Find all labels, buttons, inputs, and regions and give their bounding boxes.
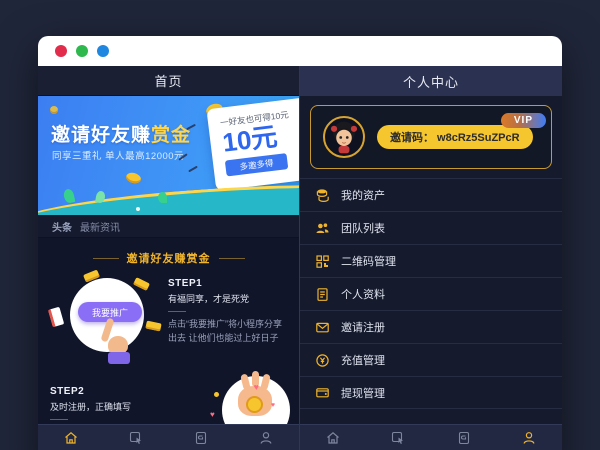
- wallet-icon: [315, 385, 330, 400]
- banner-reward-card: 一好友也可得10元 10元 多邀多得: [206, 96, 299, 191]
- team-icon: [315, 221, 330, 236]
- home-page-title: 首页: [38, 66, 299, 96]
- personal-center-content: 邀请码： w8cRz5SuZPcR VIP 我的资产 团队列表 二维码管理: [300, 96, 562, 424]
- menu-item-qrcode[interactable]: 二维码管理: [300, 244, 562, 277]
- tab-receive-order[interactable]: 收单: [431, 430, 497, 450]
- traffic-light-close[interactable]: [55, 45, 67, 57]
- heart-decoration: ♥: [254, 382, 259, 392]
- coin-decoration: [125, 171, 142, 184]
- invite-banner[interactable]: 邀请好友赚赏金 同享三重礼 单人最高12000元 一好友也可得10元 10元 多…: [38, 96, 299, 215]
- dot-decoration: [136, 207, 140, 211]
- step2-headline: 及时注册，正确填写: [50, 400, 200, 413]
- plant-decoration: [63, 188, 76, 204]
- profile-doc-icon: [315, 287, 330, 302]
- banner-subtitle: 同享三重礼 单人最高12000元: [52, 148, 184, 162]
- grab-order-icon: [390, 430, 406, 446]
- section-title: 邀请好友赚赏金: [127, 250, 211, 266]
- invite-more-button[interactable]: 多邀多得: [225, 153, 289, 176]
- tab-mine[interactable]: 我的: [234, 430, 299, 450]
- home-tabbar: 首页 抢单 收单 我的: [38, 424, 299, 450]
- heart-decoration: ♥: [271, 402, 275, 409]
- assets-coins-icon: [315, 188, 330, 203]
- menu-item-invite-register[interactable]: 邀请注册: [300, 310, 562, 343]
- news-ticker[interactable]: 头条 最新资讯: [38, 215, 299, 238]
- window-titlebar: [38, 36, 562, 66]
- step1-headline: 有福同享，才是死党: [168, 292, 287, 305]
- divider: [219, 258, 245, 259]
- hand-icon: [108, 352, 130, 364]
- tab-receive-order[interactable]: 收单: [169, 430, 234, 450]
- tab-home[interactable]: 首页: [38, 430, 103, 450]
- grab-order-icon: [128, 430, 144, 446]
- menu-item-profile[interactable]: 个人资料: [300, 277, 562, 310]
- dot-decoration: [214, 392, 219, 397]
- note-decoration: [48, 307, 64, 328]
- receive-order-icon: [193, 430, 209, 446]
- banner-title: 邀请好友赚赏金: [51, 120, 191, 147]
- home-screen: 首页 邀请好友赚赏金 同享三重礼 单人最高12000元 一好友也可得10元 10…: [38, 66, 300, 450]
- news-tag: 头条: [52, 219, 72, 234]
- step1-description: 点击“我要推广”将小程序分享出去 让他们也能过上好日子: [168, 318, 287, 346]
- divider: [168, 311, 186, 312]
- app-window: 首页 邀请好友赚赏金 同享三重礼 单人最高12000元 一好友也可得10元 10…: [38, 36, 562, 450]
- person-icon: [258, 430, 274, 446]
- step1-text: STEP1 有福同享，才是死党 点击“我要推广”将小程序分享出去 让他们也能过上…: [162, 274, 287, 366]
- home-icon: [63, 430, 79, 446]
- personal-menu: 我的资产 团队列表 二维码管理 个人资料: [300, 178, 562, 409]
- person-icon: [521, 430, 537, 446]
- personal-tabbar: 首页 抢单 收单 我的: [300, 424, 562, 450]
- personal-center-screen: 个人中心: [300, 66, 562, 450]
- invite-code-pill[interactable]: 邀请码： w8cRz5SuZPcR: [377, 125, 533, 149]
- personal-center-title: 个人中心: [300, 66, 562, 96]
- step1-label: STEP1: [168, 278, 287, 289]
- heart-decoration: ♥: [210, 410, 215, 419]
- paper-decoration: [133, 277, 150, 291]
- tab-grab-order[interactable]: 抢单: [366, 430, 432, 450]
- menu-item-my-assets[interactable]: 我的资产: [300, 178, 562, 211]
- sparkle-decoration: [188, 166, 198, 173]
- plant-decoration: [158, 192, 167, 203]
- coin-decoration: [50, 106, 58, 114]
- traffic-light-minimize[interactable]: [76, 45, 88, 57]
- paper-decoration: [145, 321, 161, 332]
- user-card: 邀请码： w8cRz5SuZPcR VIP: [310, 105, 552, 169]
- step2-illustration: 注册成功 ♥ ♥ ♥: [200, 376, 287, 424]
- news-text: 最新资讯: [80, 219, 120, 234]
- coin-icon: [246, 396, 263, 413]
- divider: [93, 258, 119, 259]
- tab-home[interactable]: 首页: [300, 430, 366, 450]
- menu-item-withdraw[interactable]: 提现管理: [300, 376, 562, 409]
- invite-guide-section: 邀请好友赚赏金 我要推广: [38, 238, 299, 424]
- menu-item-team-list[interactable]: 团队列表: [300, 211, 562, 244]
- divider: [50, 419, 68, 420]
- qrcode-icon: [315, 254, 330, 269]
- step2-text: STEP2 及时注册，正确填写 被邀请好友按要求填写注册信息 并进行提交: [50, 376, 200, 424]
- step1-block: 我要推广 STEP1 有福同享，才是死党 点击“我要推广”将小程序分享出去 让他…: [50, 274, 287, 366]
- home-icon: [325, 430, 341, 446]
- envelope-icon: [315, 320, 330, 335]
- traffic-light-maximize[interactable]: [97, 45, 109, 57]
- step2-block: STEP2 及时注册，正确填写 被邀请好友按要求填写注册信息 并进行提交 注册成…: [50, 376, 287, 424]
- tab-mine[interactable]: 我的: [497, 430, 563, 450]
- step1-illustration: 我要推广: [50, 274, 162, 366]
- avatar[interactable]: [323, 116, 365, 158]
- receive-order-icon: [456, 430, 472, 446]
- step2-label: STEP2: [50, 386, 200, 397]
- menu-item-recharge[interactable]: 充值管理: [300, 343, 562, 376]
- tab-grab-order[interactable]: 抢单: [103, 430, 168, 450]
- recharge-coin-icon: [315, 353, 330, 368]
- vip-badge: VIP: [501, 113, 546, 128]
